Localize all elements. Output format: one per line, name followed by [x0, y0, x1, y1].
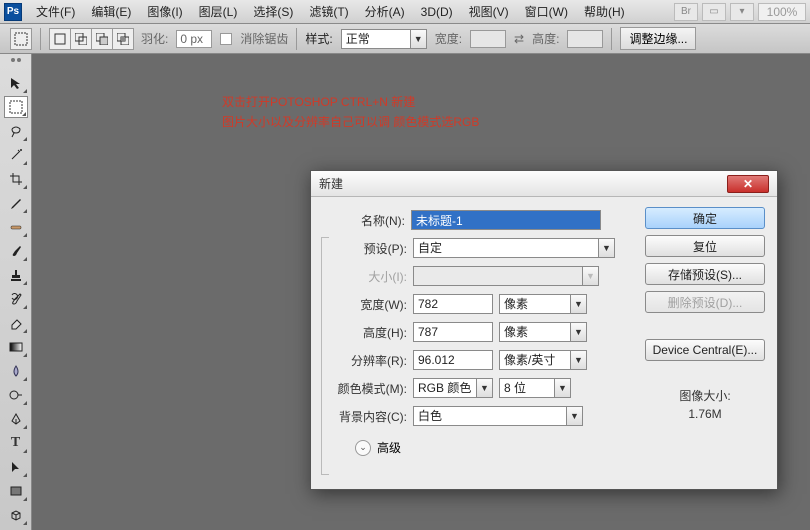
refine-edge-button[interactable]: 调整边缘...: [620, 27, 696, 50]
history-brush-tool-icon[interactable]: [4, 288, 28, 310]
height-label: 高度(H):: [325, 324, 413, 341]
overlay-line1: 双击打开POTOSHOP CTRL+N 新建: [222, 92, 479, 112]
selection-subtract-icon[interactable]: [91, 28, 113, 50]
blur-tool-icon[interactable]: [4, 360, 28, 382]
divider: [611, 28, 612, 50]
background-label: 背景内容(C):: [325, 408, 413, 425]
options-bar: 羽化: 消除锯齿 样式: 正常▼ 宽度: ⇄ 高度: 调整边缘...: [0, 24, 810, 54]
eyedropper-tool-icon[interactable]: [4, 192, 28, 214]
resolution-input[interactable]: [413, 350, 493, 370]
width-input[interactable]: [413, 294, 493, 314]
style-label: 样式:: [305, 30, 332, 47]
width-unit-select[interactable]: 像素▼: [499, 294, 587, 314]
menu-file[interactable]: 文件(F): [28, 0, 83, 23]
close-icon[interactable]: ✕: [727, 175, 769, 193]
screen-mode-icon[interactable]: ▭: [702, 3, 726, 21]
bridge-icon[interactable]: Br: [674, 3, 698, 21]
name-label: 名称(N):: [323, 212, 411, 229]
antialias-checkbox: [220, 33, 232, 45]
selection-intersect-icon[interactable]: [112, 28, 134, 50]
menu-select[interactable]: 选择(S): [245, 0, 301, 23]
menu-image[interactable]: 图像(I): [139, 0, 190, 23]
background-select[interactable]: 白色▼: [413, 406, 583, 426]
chevron-down-icon: ⌄: [355, 440, 371, 456]
preset-select[interactable]: 自定▼: [413, 238, 615, 258]
menu-3d[interactable]: 3D(D): [413, 2, 461, 22]
feather-input[interactable]: [176, 30, 212, 48]
overlay-line2: 图片大小以及分辨率自己可以调 颜色模式选RGB: [222, 112, 479, 132]
size-select: ▼: [413, 266, 599, 286]
advanced-label: 高级: [377, 439, 401, 456]
shape-tool-icon[interactable]: [4, 480, 28, 502]
toolbox-grip-icon[interactable]: [2, 58, 30, 68]
gradient-tool-icon[interactable]: [4, 336, 28, 358]
image-size-value: 1.76M: [645, 405, 765, 423]
height-label: 高度:: [532, 30, 559, 47]
size-label: 大小(I):: [325, 268, 413, 285]
save-preset-button[interactable]: 存储预设(S)...: [645, 263, 765, 285]
divider: [296, 28, 297, 50]
pen-tool-icon[interactable]: [4, 408, 28, 430]
menu-filter[interactable]: 滤镜(T): [301, 0, 356, 23]
path-select-tool-icon[interactable]: [4, 456, 28, 478]
color-mode-select[interactable]: RGB 颜色▼: [413, 378, 493, 398]
selection-add-icon[interactable]: [70, 28, 92, 50]
resolution-unit-select[interactable]: 像素/英寸▼: [499, 350, 587, 370]
height-input: [567, 30, 603, 48]
crop-tool-icon[interactable]: [4, 168, 28, 190]
device-central-button[interactable]: Device Central(E)...: [645, 339, 765, 361]
move-tool-icon[interactable]: [4, 72, 28, 94]
antialias-label: 消除锯齿: [240, 30, 288, 47]
3d-tool-icon[interactable]: [4, 504, 28, 526]
group-bracket: [321, 237, 329, 475]
ps-logo-icon: Ps: [4, 3, 22, 21]
width-label: 宽度:: [435, 30, 462, 47]
feather-label: 羽化:: [141, 30, 168, 47]
resolution-label: 分辨率(R):: [325, 352, 413, 369]
healing-tool-icon[interactable]: [4, 216, 28, 238]
menu-bar: Ps 文件(F) 编辑(E) 图像(I) 图层(L) 选择(S) 滤镜(T) 分…: [0, 0, 810, 24]
dialog-title: 新建: [319, 175, 343, 192]
wand-tool-icon[interactable]: [4, 144, 28, 166]
selection-new-icon[interactable]: [49, 28, 71, 50]
width-input: [470, 30, 506, 48]
height-input[interactable]: [413, 322, 493, 342]
marquee-tool-preset-icon[interactable]: [10, 28, 32, 50]
menu-window[interactable]: 窗口(W): [517, 0, 576, 23]
eraser-tool-icon[interactable]: [4, 312, 28, 334]
menu-view[interactable]: 视图(V): [461, 0, 517, 23]
delete-preset-button: 删除预设(D)...: [645, 291, 765, 313]
swap-icon: ⇄: [514, 32, 524, 46]
lasso-tool-icon[interactable]: [4, 120, 28, 142]
width-label: 宽度(W):: [325, 296, 413, 313]
brush-tool-icon[interactable]: [4, 240, 28, 262]
advanced-toggle[interactable]: ⌄ 高级: [355, 439, 633, 456]
ok-button[interactable]: 确定: [645, 207, 765, 229]
style-select[interactable]: 正常▼: [341, 29, 427, 49]
image-size-info: 图像大小: 1.76M: [645, 387, 765, 423]
overlay-instructions: 双击打开POTOSHOP CTRL+N 新建 图片大小以及分辨率自己可以调 颜色…: [222, 92, 479, 132]
dodge-tool-icon[interactable]: [4, 384, 28, 406]
height-unit-select[interactable]: 像素▼: [499, 322, 587, 342]
marquee-tool-icon[interactable]: [4, 96, 28, 118]
menu-edit[interactable]: 编辑(E): [83, 0, 139, 23]
type-tool-icon[interactable]: T: [4, 432, 28, 454]
selection-mode-group: [49, 28, 133, 50]
image-size-label: 图像大小:: [645, 387, 765, 405]
color-mode-label: 颜色模式(M):: [325, 380, 413, 397]
menu-help[interactable]: 帮助(H): [576, 0, 633, 23]
new-document-dialog: 新建 ✕ 名称(N): 预设(P): 自定▼ 大小(I): ▼: [310, 170, 778, 490]
preset-label: 预设(P):: [325, 240, 413, 257]
arrange-icon[interactable]: ▾: [730, 3, 754, 21]
divider: [40, 28, 41, 50]
zoom-level[interactable]: 100%: [758, 3, 806, 21]
toolbox: T: [0, 54, 32, 530]
menu-analysis[interactable]: 分析(A): [357, 0, 413, 23]
reset-button[interactable]: 复位: [645, 235, 765, 257]
name-input[interactable]: [411, 210, 601, 230]
menu-layer[interactable]: 图层(L): [191, 0, 246, 23]
dialog-titlebar[interactable]: 新建 ✕: [311, 171, 777, 197]
bit-depth-select[interactable]: 8 位▼: [499, 378, 571, 398]
stamp-tool-icon[interactable]: [4, 264, 28, 286]
